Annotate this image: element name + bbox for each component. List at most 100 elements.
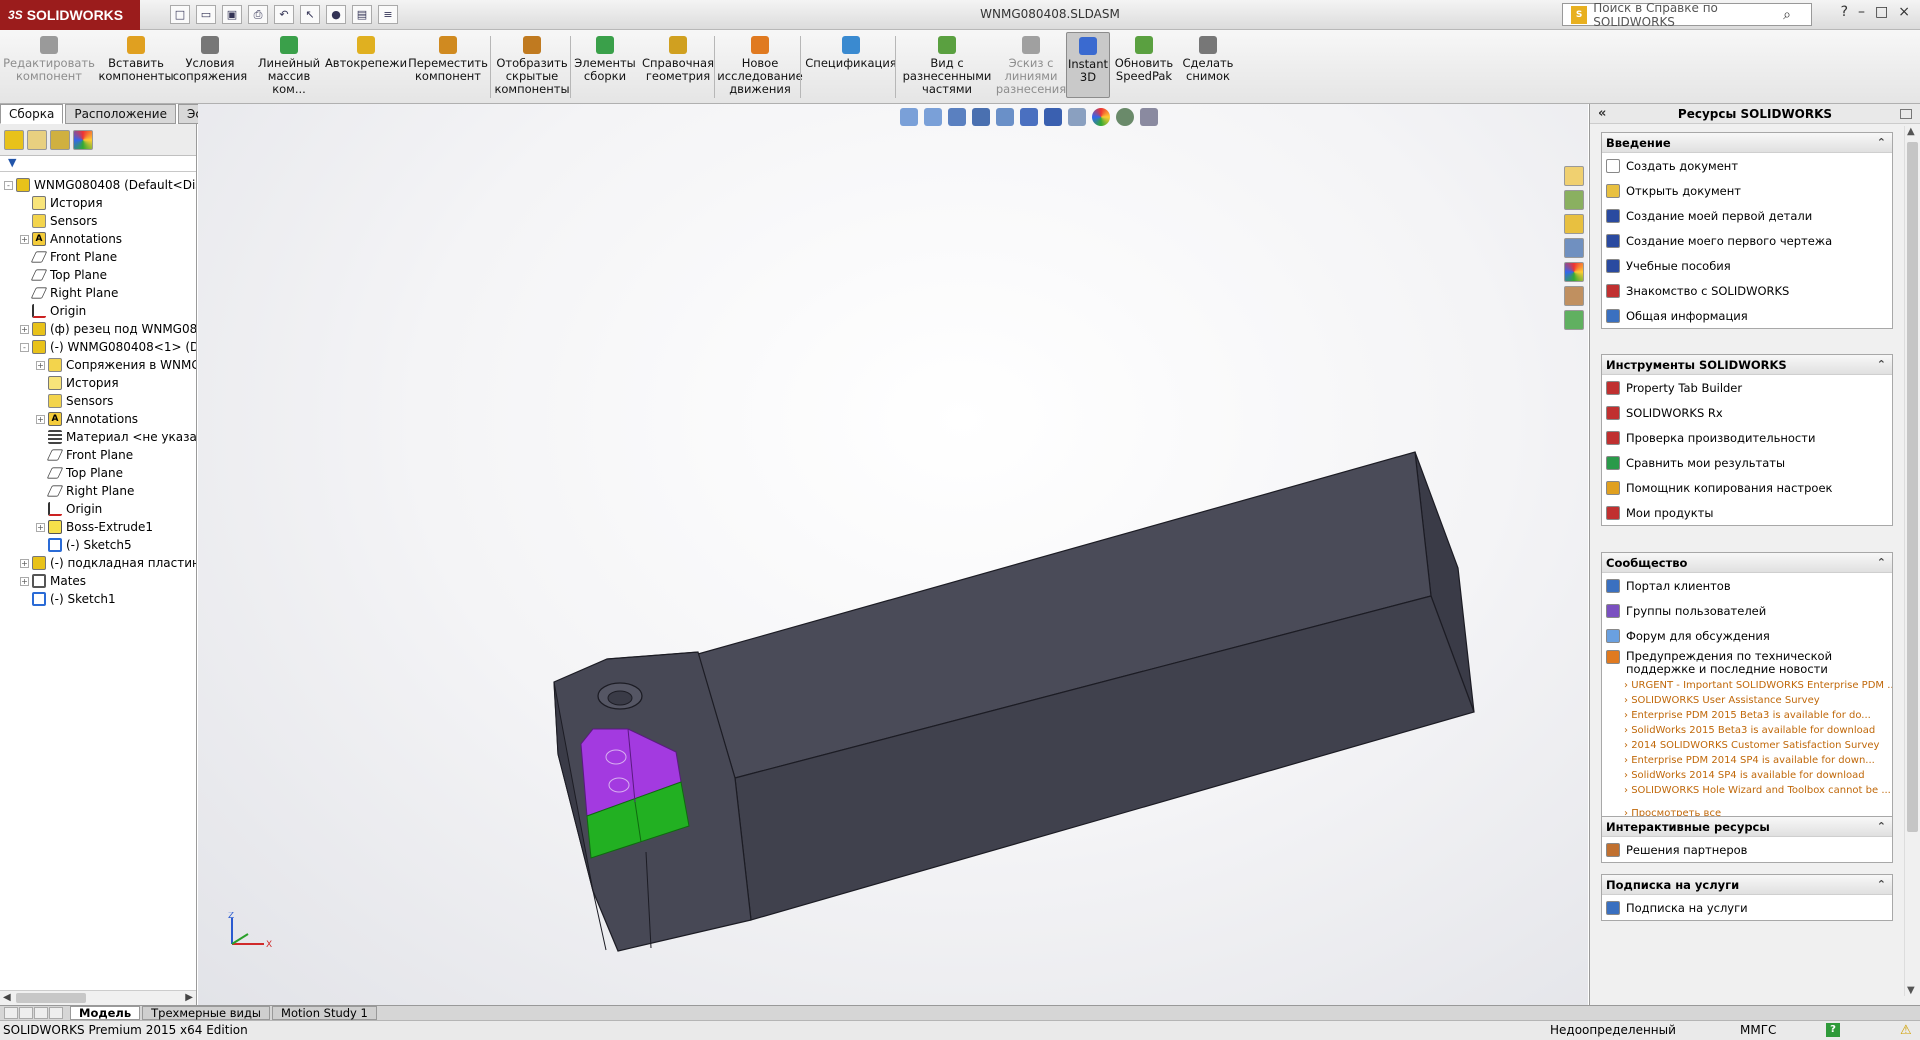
resource-link[interactable]: Портал клиентов [1602, 573, 1892, 598]
news-link[interactable]: › Enterprise PDM 2015 Beta3 is available… [1602, 708, 1892, 723]
unit-system[interactable]: ММГС [1740, 1021, 1776, 1040]
tree-item[interactable]: Top Plane [0, 464, 196, 482]
configuration-manager-tab-icon[interactable] [50, 129, 70, 150]
tree-item[interactable]: + (-) подкладная пластинаWN [0, 554, 196, 572]
tree-item[interactable]: + Сопряжения в WNMG08 [0, 356, 196, 374]
news-link[interactable]: › SOLIDWORKS User Assistance Survey [1602, 693, 1892, 708]
resource-link[interactable]: Сравнить мои результаты [1602, 450, 1892, 475]
new-motion-study-button[interactable]: Новое исследование движения [717, 36, 803, 96]
prev-tab-icon[interactable] [19, 1007, 33, 1019]
expand-toggle-icon[interactable]: + [36, 414, 45, 424]
tree-item[interactable]: + A Annotations [0, 410, 196, 428]
tree-item[interactable]: Origin [0, 302, 196, 320]
tree-item[interactable]: Front Plane [0, 248, 196, 266]
tree-item[interactable]: - (-) WNMG080408<1> (Defaul [0, 338, 196, 356]
bottom-tab-2[interactable]: Motion Study 1 [272, 1006, 377, 1020]
print-icon[interactable]: ⎙ [248, 5, 268, 24]
instant3d-button[interactable]: Instant 3D [1066, 32, 1110, 98]
resource-link[interactable]: SOLIDWORKS Rx [1602, 400, 1892, 425]
first-tab-icon[interactable] [4, 1007, 18, 1019]
save-icon[interactable]: ▣ [222, 5, 242, 24]
collapse-section-icon[interactable]: ⌃ [1877, 355, 1886, 375]
reference-geometry-button[interactable]: Справочная геометрия [640, 36, 716, 83]
news-link[interactable]: › Enterprise PDM 2014 SP4 is available f… [1602, 753, 1892, 768]
collapse-section-icon[interactable]: ⌃ [1877, 553, 1886, 573]
select-icon[interactable]: ↖ [300, 5, 320, 24]
resource-link[interactable]: Property Tab Builder [1602, 375, 1892, 400]
undo-icon[interactable]: ↶ [274, 5, 294, 24]
resource-link[interactable]: Знакомство с SOLIDWORKS [1602, 278, 1892, 303]
tree-item[interactable]: + Boss-Extrude1 [0, 518, 196, 536]
file-props-icon[interactable]: ▤ [352, 5, 372, 24]
tree-item[interactable]: Front Plane [0, 446, 196, 464]
bottom-tab-0[interactable]: Модель [70, 1006, 141, 1020]
resource-link[interactable]: Общая информация [1602, 303, 1892, 328]
last-tab-icon[interactable] [49, 1007, 63, 1019]
minimize-button[interactable]: – [1858, 4, 1865, 20]
insert-components-button[interactable]: Вставить компоненты [96, 36, 176, 83]
explode-line-sketch-button[interactable]: Эскиз с линиями разнесения [996, 36, 1066, 96]
tree-item[interactable]: История [0, 374, 196, 392]
news-link[interactable]: › URGENT - Important SOLIDWORKS Enterpri… [1602, 678, 1892, 693]
tree-item[interactable]: Origin [0, 500, 196, 518]
new-icon[interactable]: □ [170, 5, 190, 24]
resource-link[interactable]: Мои продукты [1602, 500, 1892, 525]
resource-link[interactable]: Предупреждения по технической поддержке … [1602, 648, 1892, 678]
resource-link[interactable]: Помощник копирования настроек [1602, 475, 1892, 500]
search-icon[interactable]: ⌕ [1783, 7, 1791, 23]
property-manager-tab-icon[interactable] [27, 129, 47, 150]
options-icon[interactable]: ≡ [378, 5, 398, 24]
expand-toggle-icon[interactable]: + [20, 558, 29, 568]
resources-scrollbar[interactable]: ▲ ▼ [1904, 126, 1920, 996]
close-button[interactable]: × [1898, 4, 1910, 20]
collapse-section-icon[interactable]: ⌃ [1877, 817, 1886, 837]
mate-button[interactable]: Условия сопряжения [173, 36, 247, 83]
exploded-view-button[interactable]: Вид с разнесенными частями [900, 36, 994, 96]
pin-panel-icon[interactable] [1900, 109, 1912, 119]
tree-item[interactable]: Right Plane [0, 284, 196, 302]
help-search-input[interactable]: Поиск в Справке по SOLIDWORKS [1593, 1, 1783, 29]
tree-item[interactable]: Sensors [0, 392, 196, 410]
resource-link[interactable]: Учебные пособия [1602, 253, 1892, 278]
show-hidden-button[interactable]: Отобразить скрытые компоненты [494, 36, 570, 96]
linear-pattern-button[interactable]: Линейный массив ком... [250, 36, 328, 96]
section-header[interactable]: Подписка на услуги ⌃ [1602, 875, 1892, 895]
tree-item[interactable]: (-) Sketch1 [0, 590, 196, 608]
resource-link[interactable]: Создание моего первого чертежа [1602, 228, 1892, 253]
update-speedpak-button[interactable]: Обновить SpeedPak [1114, 36, 1174, 83]
resource-link[interactable]: Группы пользователей [1602, 598, 1892, 623]
move-component-button[interactable]: Переместить компонент [408, 36, 488, 83]
tree-item[interactable]: Top Plane [0, 266, 196, 284]
resource-link[interactable]: Проверка производительности [1602, 425, 1892, 450]
tree-item[interactable]: + Mates [0, 572, 196, 590]
tree-item[interactable]: - WNMG080408 (Default<Display [0, 176, 196, 194]
expand-toggle-icon[interactable]: + [36, 360, 45, 370]
tab-1[interactable]: Расположение [65, 104, 176, 124]
expand-toggle-icon[interactable]: - [4, 180, 13, 190]
take-snapshot-button[interactable]: Сделать снимок [1180, 36, 1236, 83]
next-tab-icon[interactable] [34, 1007, 48, 1019]
news-link[interactable]: › SOLIDWORKS Hole Wizard and Toolbox can… [1602, 783, 1892, 798]
section-header[interactable]: Введение ⌃ [1602, 133, 1892, 153]
open-icon[interactable]: ▭ [196, 5, 216, 24]
display-manager-tab-icon[interactable] [73, 129, 93, 150]
expand-toggle-icon[interactable]: - [20, 342, 29, 352]
resource-link[interactable]: Форум для обсуждения [1602, 623, 1892, 648]
tab-0[interactable]: Сборка [0, 104, 64, 124]
collapse-section-icon[interactable]: ⌃ [1877, 133, 1886, 153]
tree-item[interactable]: (-) Sketch5 [0, 536, 196, 554]
resource-link[interactable]: Создать документ [1602, 153, 1892, 178]
expand-toggle-icon[interactable]: + [20, 234, 29, 244]
restore-button[interactable]: □ [1875, 4, 1888, 20]
section-header[interactable]: Сообщество ⌃ [1602, 553, 1892, 573]
resource-link[interactable]: Подписка на услуги [1602, 895, 1892, 920]
collapse-panel-icon[interactable]: « [1598, 104, 1606, 124]
tree-item[interactable]: Материал <не указан> [0, 428, 196, 446]
bottom-tab-1[interactable]: Трехмерные виды [142, 1006, 271, 1020]
solidworks-logo[interactable]: 3S SOLIDWORKS [0, 0, 140, 30]
tree-item[interactable]: + A Annotations [0, 230, 196, 248]
resource-link[interactable]: Решения партнеров [1602, 837, 1892, 862]
resource-link[interactable]: Создание моей первой детали [1602, 203, 1892, 228]
edit-component-button[interactable]: Редактировать компонент [3, 36, 95, 83]
expand-toggle-icon[interactable]: + [36, 522, 45, 532]
